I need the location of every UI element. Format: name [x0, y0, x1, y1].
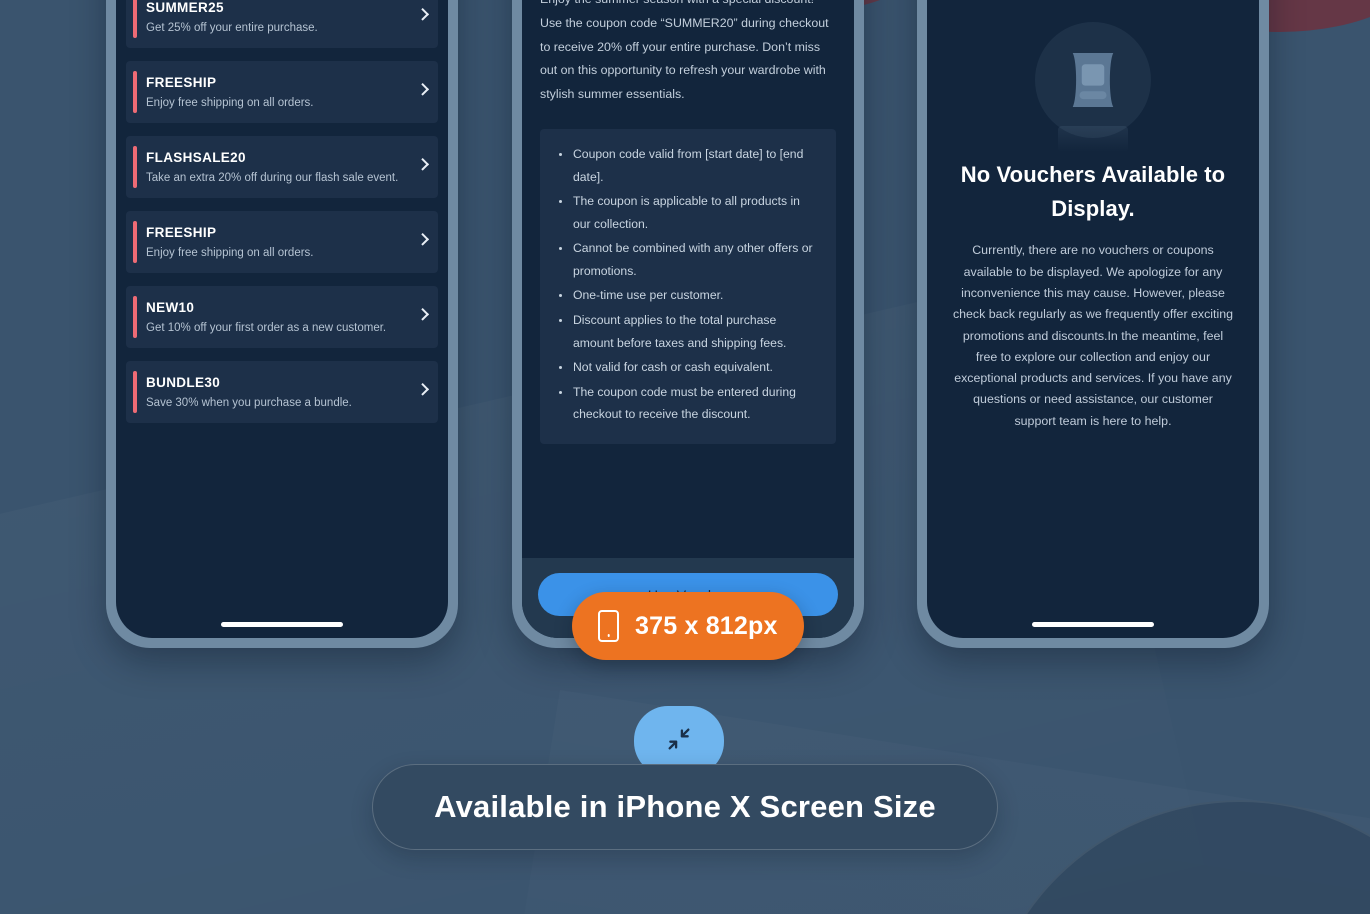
phone-screen-empty-state: 0 Voucher Available to Redeem No Voucher…	[927, 0, 1259, 638]
home-indicator	[221, 622, 343, 627]
voucher-description-paragraph: Enjoy the summer season with a special d…	[540, 0, 829, 102]
empty-state-title: No Vouchers Available to Display.	[960, 162, 1226, 222]
voucher-list-item[interactable]: FREESHIP Enjoy free shipping on all order…	[126, 61, 438, 123]
voucher-detail-body: Enjoy the summer season with a special d…	[522, 0, 854, 558]
voucher-code: FLASHSALE20	[146, 150, 246, 165]
voucher-description: Enjoy free shipping on all orders.	[146, 247, 314, 259]
shrink-arrows-icon	[665, 725, 693, 758]
voucher-description: Save 30% when you purchase a bundle.	[146, 397, 352, 409]
voucher-description: Get 25% off your entire purchase.	[146, 22, 318, 34]
voucher-code: SUMMER25	[146, 0, 224, 15]
voucher-code: NEW10	[146, 300, 195, 315]
chevron-right-icon[interactable]	[416, 7, 430, 21]
chevron-right-icon[interactable]	[416, 82, 430, 96]
terms-list-item: Not valid for cash or cash equivalent.	[556, 356, 820, 379]
voucher-code: BUNDLE30	[146, 375, 221, 390]
terms-list-item: The coupon is applicable to all products…	[556, 190, 820, 235]
phone-mockup-empty-state: 0 Voucher Available to Redeem No Voucher…	[917, 0, 1269, 648]
terms-list: Coupon code valid from [start date] to […	[556, 143, 820, 426]
empty-state-text: Currently, there are no vouchers or coup…	[952, 243, 1234, 428]
voucher-description: Enjoy free shipping on all orders.	[146, 97, 314, 109]
terms-list-item: Coupon code valid from [start date] to […	[556, 143, 820, 188]
phone-outline-icon	[598, 610, 619, 642]
phone-mockup-voucher-detail: SUMMER25 Get 25% off your entire purchas…	[512, 0, 864, 648]
screen-size-caption-label: Available in iPhone X Screen Size	[434, 789, 936, 824]
voucher-list-item[interactable]: SUMMER25 Get 25% off your entire purchase…	[126, 0, 438, 48]
terms-list-item: Discount applies to the total purchase a…	[556, 309, 820, 354]
empty-state-container: No Vouchers Available to Display. Curren…	[927, 0, 1259, 638]
voucher-list-item[interactable]: FLASHSALE20 Take an extra 20% off during …	[126, 136, 438, 198]
chevron-right-icon[interactable]	[416, 307, 430, 321]
screen-size-badge: 375 x 812px	[572, 592, 804, 660]
chevron-right-icon[interactable]	[416, 232, 430, 246]
terms-list-item: Cannot be combined with any other offers…	[556, 237, 820, 282]
voucher-code: FREESHIP	[146, 75, 217, 90]
voucher-list-item[interactable]: FREESHIP Enjoy free shipping on all order…	[126, 211, 438, 273]
voucher-ticket-icon	[1035, 22, 1151, 152]
phone-screen-voucher-detail: SUMMER25 Get 25% off your entire purchas…	[522, 0, 854, 638]
terms-list-item: One-time use per customer.	[556, 284, 820, 307]
voucher-description: Take an extra 20% off during our flash s…	[146, 172, 399, 184]
voucher-code: FREESHIP	[146, 225, 217, 240]
voucher-description: Get 10% off your first order as a new cu…	[146, 322, 387, 334]
screen-size-caption: Available in iPhone X Screen Size	[372, 764, 998, 850]
voucher-list[interactable]: SUMMER25 Get 25% off your entire purchase…	[116, 0, 448, 638]
terms-list-item: The coupon code must be entered during c…	[556, 381, 820, 426]
home-indicator	[1032, 622, 1154, 627]
voucher-list-item[interactable]: BUNDLE30 Save 30% when you purchase a bun…	[126, 361, 438, 423]
chevron-right-icon[interactable]	[416, 157, 430, 171]
voucher-list-item[interactable]: NEW10 Get 10% off your first order as a n…	[126, 286, 438, 348]
chevron-right-icon[interactable]	[416, 382, 430, 396]
terms-and-conditions-box: Coupon code valid from [start date] to […	[540, 129, 836, 444]
icon-reflection	[1058, 126, 1128, 152]
phone-mockup-voucher-list: 6 Voucher Available to Redeem SUMMER25Ge…	[106, 0, 458, 648]
phone-screen-voucher-list: 6 Voucher Available to Redeem SUMMER25Ge…	[116, 0, 448, 638]
screen-size-label: 375 x 812px	[635, 611, 778, 640]
